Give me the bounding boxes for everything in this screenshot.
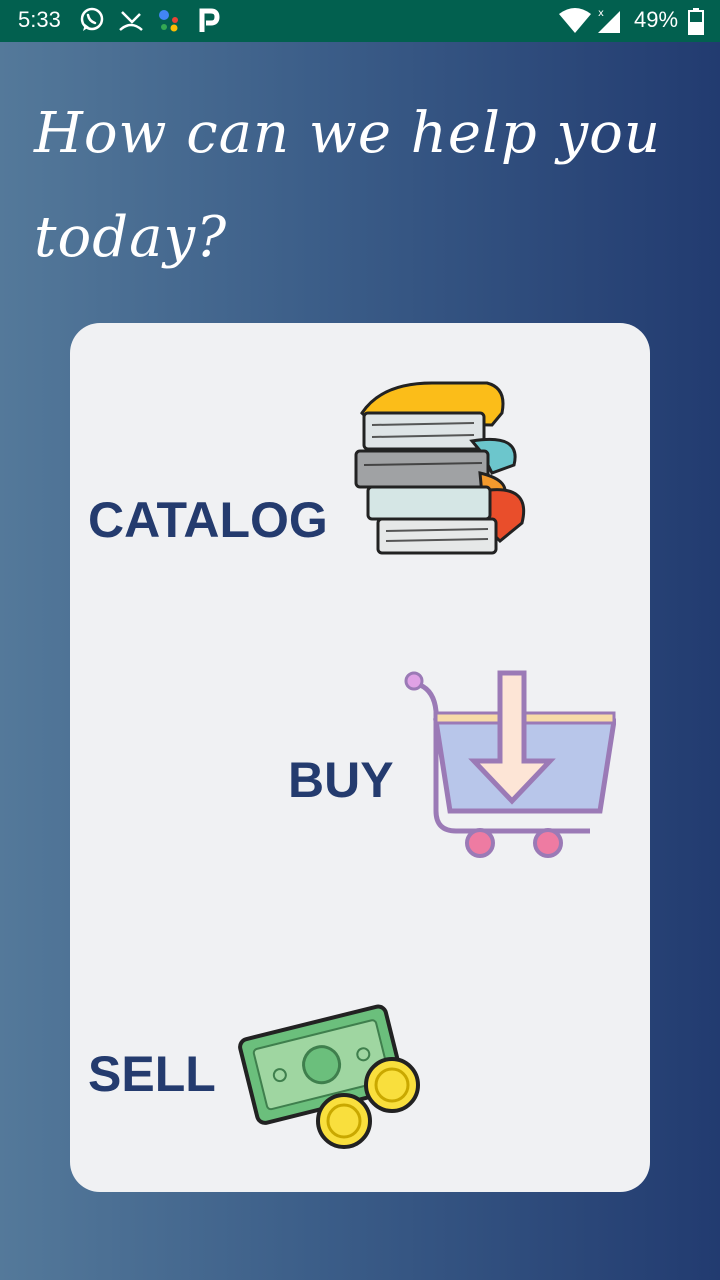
page-heading: How can we help you today? xyxy=(34,82,694,290)
svg-text:x: x xyxy=(598,8,604,19)
options-card: CATALOG BUY SELL xyxy=(70,323,650,1192)
status-bar: 5:33 x 49% xyxy=(0,0,720,42)
signal-icon: x xyxy=(596,6,624,40)
missed-call-icon xyxy=(118,6,144,38)
buy-label: BUY xyxy=(288,752,394,808)
money-icon xyxy=(238,1004,420,1149)
whatsapp-icon xyxy=(78,6,106,38)
sell-label: SELL xyxy=(88,1046,216,1102)
buy-option[interactable]: BUY xyxy=(280,661,620,871)
paytm-icon xyxy=(198,6,220,38)
heading-line-1: How can we help you xyxy=(34,101,661,166)
shopping-cart-icon xyxy=(404,670,616,858)
books-icon xyxy=(354,381,525,555)
battery-level: 49% xyxy=(634,7,679,32)
catalog-option[interactable]: CATALOG xyxy=(80,363,560,573)
catalog-label: CATALOG xyxy=(88,492,328,548)
sell-option[interactable]: SELL xyxy=(80,993,440,1163)
wifi-icon xyxy=(558,6,592,40)
battery-icon xyxy=(688,6,704,40)
heading-line-2: today? xyxy=(34,205,228,270)
assistant-icon xyxy=(156,6,182,38)
status-time: 5:33 xyxy=(18,7,61,32)
